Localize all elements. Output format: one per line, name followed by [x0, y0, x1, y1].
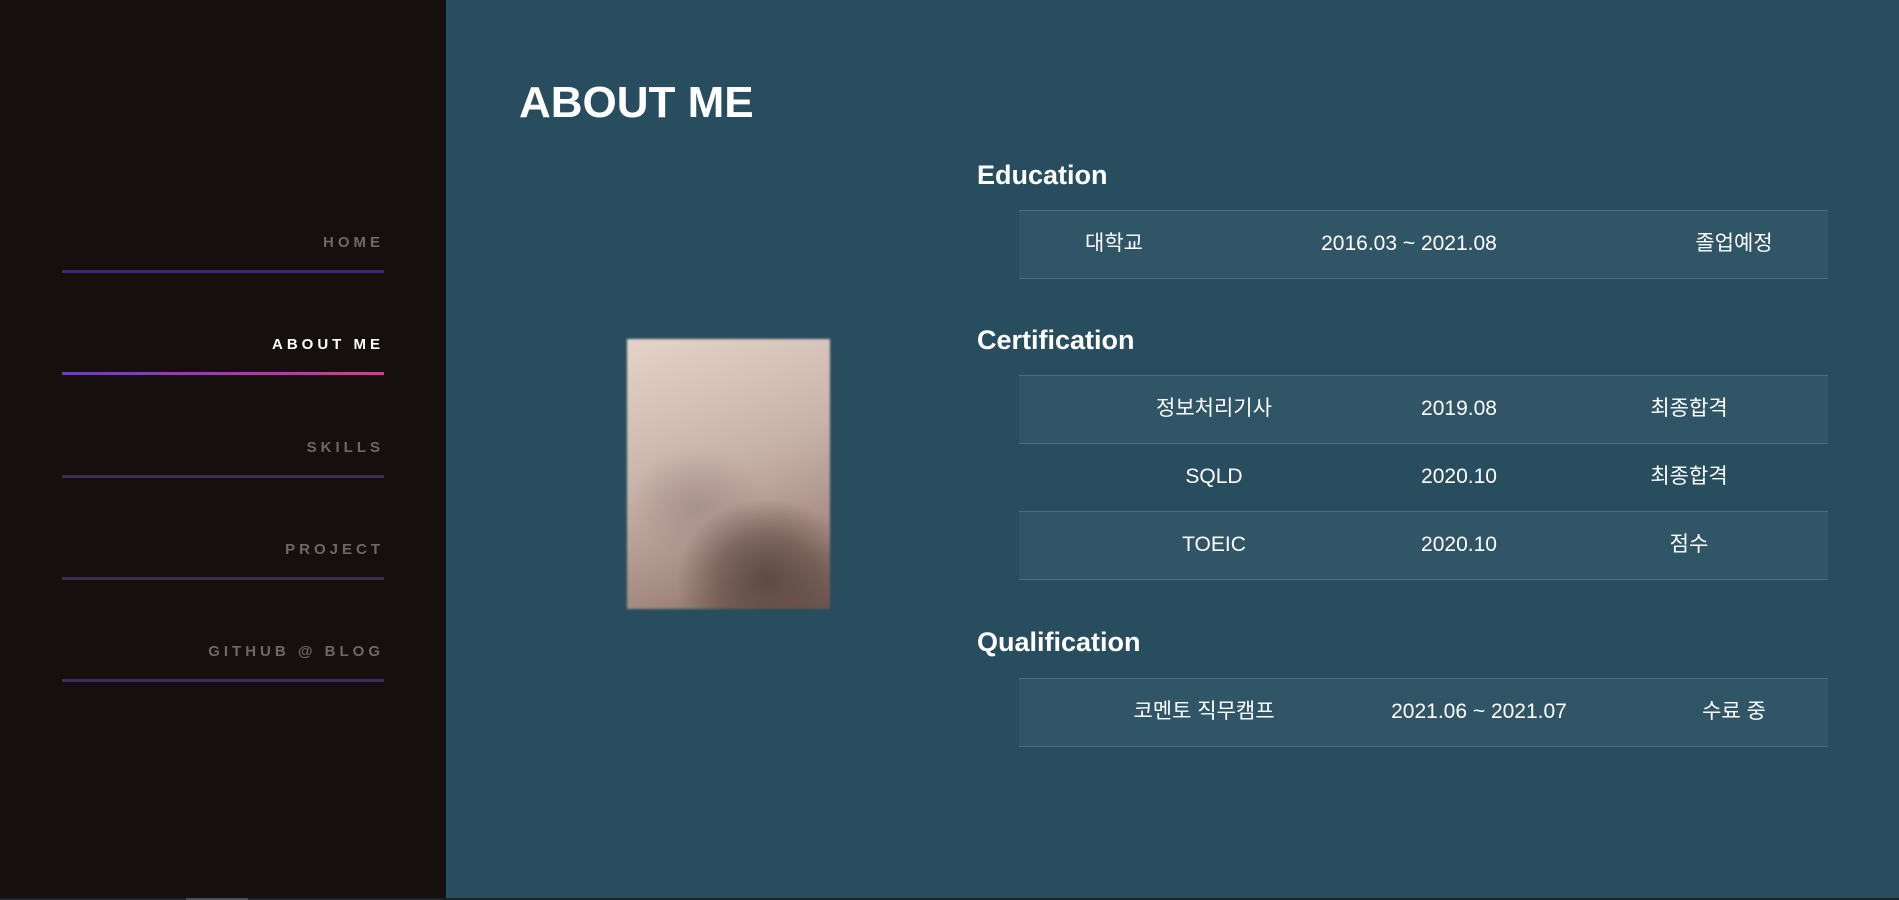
app-window: HOME ABOUT ME SKILLS PROJECT GITHUB @ BL… [0, 0, 1899, 900]
certification-status: 최종합격 [1650, 465, 1728, 488]
nav-underline [62, 475, 384, 478]
nav-item-label: HOME [323, 234, 384, 251]
certification-date: 2020.10 [1421, 465, 1497, 488]
nav-underline [62, 679, 384, 682]
nav-item-label: PROJECT [285, 541, 384, 558]
certification-status: 최종합격 [1650, 397, 1728, 420]
qualification-table: 코멘토 직무캠프 2021.06 ~ 2021.07 수료 중 [1019, 678, 1828, 747]
certification-name: TOEIC [1182, 533, 1246, 556]
table-row: 정보처리기사 2019.08 최종합격 [1019, 376, 1828, 444]
nav-item-label: GITHUB @ BLOG [208, 643, 384, 660]
education-name: 대학교 [1085, 232, 1143, 255]
nav-item-label: SKILLS [306, 439, 384, 456]
education-status: 졸업예정 [1695, 232, 1773, 255]
table-row: 대학교 2016.03 ~ 2021.08 졸업예정 [1019, 211, 1828, 279]
qualification-period: 2021.06 ~ 2021.07 [1391, 700, 1567, 723]
nav-item-home[interactable]: HOME [62, 234, 384, 273]
about-me-section: ABOUT ME Education 대학교 2016.03 ~ 2021.08… [446, 0, 1899, 898]
certification-date: 2020.10 [1421, 533, 1497, 556]
nav-item-project[interactable]: PROJECT [62, 541, 384, 580]
nav-underline [62, 270, 384, 273]
nav-item-label: ABOUT ME [272, 336, 384, 353]
table-row: 코멘토 직무캠프 2021.06 ~ 2021.07 수료 중 [1019, 679, 1828, 747]
nav-item-about-me[interactable]: ABOUT ME [62, 336, 384, 375]
nav-item-github-blog[interactable]: GITHUB @ BLOG [62, 643, 384, 682]
certification-name: SQLD [1185, 465, 1243, 488]
table-row: SQLD 2020.10 최종합격 [1019, 444, 1828, 512]
education-table: 대학교 2016.03 ~ 2021.08 졸업예정 [1019, 210, 1828, 279]
qualification-name: 코멘토 직무캠프 [1133, 700, 1275, 723]
qualification-heading: Qualification [977, 627, 1141, 657]
certification-date: 2019.08 [1421, 397, 1497, 420]
certification-status: 점수 [1669, 533, 1709, 556]
certification-heading: Certification [977, 325, 1135, 355]
table-row: TOEIC 2020.10 점수 [1019, 512, 1828, 580]
page-title: ABOUT ME [519, 78, 754, 127]
nav-underline-active [62, 372, 384, 375]
sidebar-nav: HOME ABOUT ME SKILLS PROJECT GITHUB @ BL… [0, 0, 446, 898]
profile-photo [627, 339, 830, 609]
certification-table: 정보처리기사 2019.08 최종합격 SQLD 2020.10 최종합격 TO… [1019, 375, 1828, 580]
certification-name: 정보처리기사 [1156, 397, 1272, 420]
education-heading: Education [977, 160, 1108, 190]
education-period: 2016.03 ~ 2021.08 [1321, 232, 1497, 255]
qualification-status: 수료 중 [1702, 700, 1766, 723]
nav-item-skills[interactable]: SKILLS [62, 439, 384, 478]
nav-underline [62, 577, 384, 580]
